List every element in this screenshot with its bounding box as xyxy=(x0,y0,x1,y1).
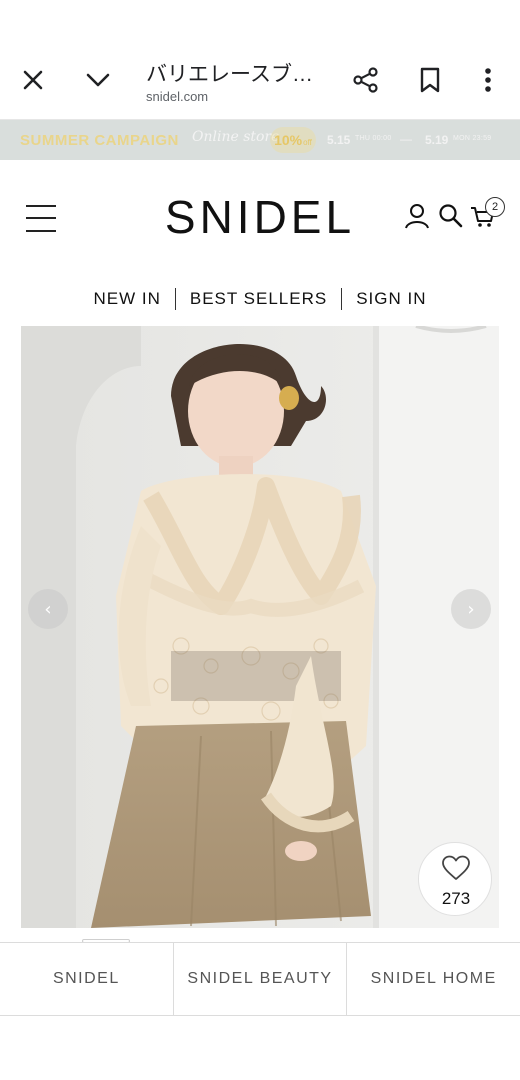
page-title[interactable]: バリエレースブ… xyxy=(146,58,326,88)
heart-icon xyxy=(442,855,470,880)
more-vert-icon[interactable] xyxy=(466,58,510,102)
page-url[interactable]: snidel.com xyxy=(146,89,208,104)
campaign-banner[interactable]: SUMMER CAMPAIGN Online store 10% off 5.1… xyxy=(0,120,520,160)
close-icon[interactable] xyxy=(11,58,55,102)
browser-toolbar: バリエレースブ… snidel.com xyxy=(0,0,520,120)
favorite-button[interactable]: 273 xyxy=(418,842,492,916)
chevron-right-icon: › xyxy=(467,598,475,620)
tab-snidel[interactable]: SNIDEL xyxy=(0,943,173,1015)
campaign-title: SUMMER CAMPAIGN xyxy=(20,132,179,149)
campaign-script: Online store xyxy=(192,129,280,145)
share-icon[interactable] xyxy=(344,58,388,102)
tab-snidel-beauty[interactable]: SNIDEL BEAUTY xyxy=(172,943,347,1015)
discount-percent: 10% xyxy=(274,132,303,148)
carousel-prev-button[interactable]: ‹ xyxy=(28,589,68,629)
campaign-dash: — xyxy=(400,132,412,146)
tab-snidel-home[interactable]: SNIDEL HOME xyxy=(346,943,520,1015)
chevron-left-icon: ‹ xyxy=(44,598,52,620)
search-icon[interactable] xyxy=(437,202,465,230)
nav-sign-in[interactable]: SIGN IN xyxy=(342,289,440,309)
discount-word: off xyxy=(303,137,312,147)
campaign-end-time: MON 23:59 xyxy=(453,135,492,142)
carousel-next-button[interactable]: › xyxy=(451,589,491,629)
campaign-end-date: 5.19 xyxy=(425,133,449,147)
discount-badge: 10% off xyxy=(270,127,316,153)
campaign-start-time: THU 00:00 xyxy=(355,135,392,142)
nav-best-sellers[interactable]: BEST SELLERS xyxy=(176,289,341,309)
favorite-count: 273 xyxy=(441,889,471,908)
chevron-down-icon[interactable] xyxy=(76,58,120,102)
bookmark-icon[interactable] xyxy=(408,58,452,102)
hero-image[interactable] xyxy=(21,326,499,928)
cart-count-badge: 2 xyxy=(485,197,505,217)
user-icon[interactable] xyxy=(403,202,431,230)
brand-tabs: SNIDEL SNIDEL BEAUTY SNIDEL HOME xyxy=(0,942,520,1016)
nav-new-in[interactable]: NEW IN xyxy=(79,289,174,309)
secondary-nav: NEW IN BEST SELLERS SIGN IN xyxy=(0,286,520,312)
campaign-start-date: 5.15 xyxy=(327,133,351,147)
hero-photo xyxy=(21,326,499,928)
